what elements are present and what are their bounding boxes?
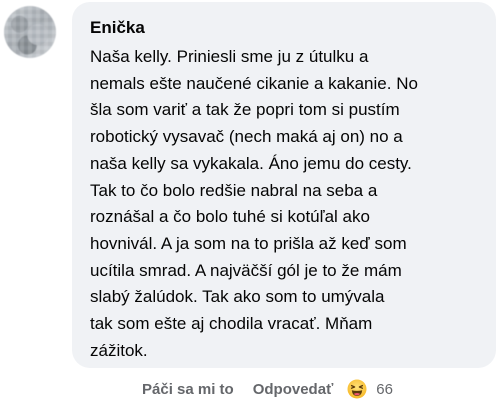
comment: Enička Naša kelly. Priniesli sme ju z út…: [0, 0, 500, 405]
comment-text-line: roznášal a čo bolo tuhé si kotúľal ako: [90, 207, 370, 227]
comment-author[interactable]: Enička: [90, 16, 484, 40]
avatar[interactable]: [4, 6, 56, 58]
comment-text-line: nemals ešte naučené cikanie a kakanie. N…: [90, 73, 418, 93]
comment-text-line: naša kelly sa vykakala. Áno jemu do cest…: [90, 153, 412, 173]
comment-text-line: hovnivál. A ja som na to prišla až keď s…: [90, 233, 407, 253]
comment-actions: Páči sa mi to Odpovedať 66: [142, 378, 393, 400]
comment-text-line: slabý žalúdok. Tak ako som to umývala: [90, 287, 385, 307]
reaction-count: 66: [376, 380, 393, 398]
reaction-summary[interactable]: 66: [347, 379, 393, 399]
comment-text-line: Tak to čo bolo redšie nabral na seba a: [90, 180, 378, 200]
laughing-face-icon: [347, 379, 367, 399]
comment-text-line: robotický vysavač (nech maká aj on) no a: [90, 127, 403, 147]
reply-button[interactable]: Odpovedať: [253, 381, 334, 398]
comment-text-line: šla som variť a tak že popri tom si pust…: [90, 100, 400, 120]
comment-bubble: Enička Naša kelly. Priniesli sme ju z út…: [72, 2, 496, 368]
like-button[interactable]: Páči sa mi to: [142, 381, 234, 398]
comment-text-line: zážitok.: [90, 340, 148, 360]
comment-text-line: tak som ešte aj chodila vracať. Mňam: [90, 314, 373, 334]
comment-text-line: Naša kelly. Priniesli sme ju z útulku a: [90, 47, 369, 66]
comment-text: Naša kelly. Priniesli sme ju z útulku a …: [90, 44, 484, 364]
comment-text-line: ucítila smrad. A najväčší gól je to že m…: [90, 260, 402, 280]
